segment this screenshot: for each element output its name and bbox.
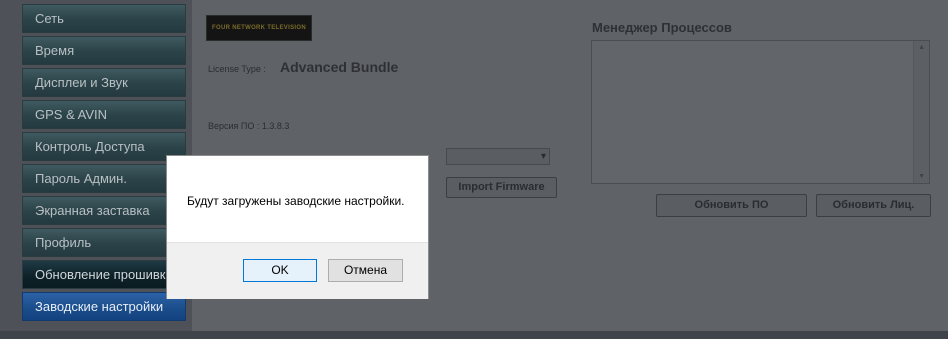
scroll-down-icon[interactable]: ▼ bbox=[918, 173, 925, 180]
confirm-dialog: Будут загружены заводские настройки. OK … bbox=[166, 155, 429, 299]
firmware-file-select[interactable]: ▾ bbox=[446, 148, 550, 165]
sidebar-item-time[interactable]: Время bbox=[22, 36, 186, 65]
process-manager-list[interactable]: ▲ ▼ bbox=[591, 40, 930, 184]
firmware-version-label: Версия ПО : 1.3.8.3 bbox=[208, 121, 290, 131]
sidebar: Сеть Время Дисплеи и Звук GPS & AVIN Кон… bbox=[0, 0, 192, 339]
sidebar-item-admin-password[interactable]: Пароль Админ. bbox=[22, 164, 186, 193]
sidebar-item-gps-avin[interactable]: GPS & AVIN bbox=[22, 100, 186, 129]
sidebar-item-network[interactable]: Сеть bbox=[22, 4, 186, 33]
license-type-value: Advanced Bundle bbox=[280, 59, 399, 75]
process-manager-title: Менеджер Процессов bbox=[592, 20, 732, 35]
ok-button[interactable]: OK bbox=[243, 259, 317, 282]
import-firmware-button[interactable]: Import Firmware bbox=[446, 177, 557, 198]
sidebar-item-factory-reset[interactable]: Заводские настройки bbox=[22, 292, 186, 321]
dialog-message: Будут загружены заводские настройки. bbox=[187, 194, 405, 208]
sidebar-item-firmware-update[interactable]: Обновление прошивки bbox=[22, 260, 186, 289]
update-firmware-button[interactable]: Обновить ПО bbox=[656, 194, 807, 217]
sidebar-item-screensaver[interactable]: Экранная заставка bbox=[22, 196, 186, 225]
update-license-button[interactable]: Обновить Лиц. bbox=[816, 194, 931, 217]
chevron-down-icon: ▾ bbox=[540, 151, 546, 162]
sidebar-item-access-control[interactable]: Контроль Доступа bbox=[22, 132, 186, 161]
scroll-up-icon[interactable]: ▲ bbox=[918, 44, 925, 51]
sidebar-item-display-sound[interactable]: Дисплеи и Звук bbox=[22, 68, 186, 97]
dialog-footer: OK Отмена bbox=[167, 242, 428, 299]
page: Сеть Время Дисплеи и Звук GPS & AVIN Кон… bbox=[0, 0, 948, 339]
license-type-label: License Type : bbox=[208, 64, 266, 74]
sidebar-item-profile[interactable]: Профиль bbox=[22, 228, 186, 257]
process-manager-scrollbar[interactable]: ▲ ▼ bbox=[913, 41, 929, 183]
brand-logo: FOUR NETWORK TELEVISION bbox=[206, 15, 312, 41]
cancel-button[interactable]: Отмена bbox=[328, 259, 403, 282]
bottom-bar bbox=[0, 331, 948, 339]
